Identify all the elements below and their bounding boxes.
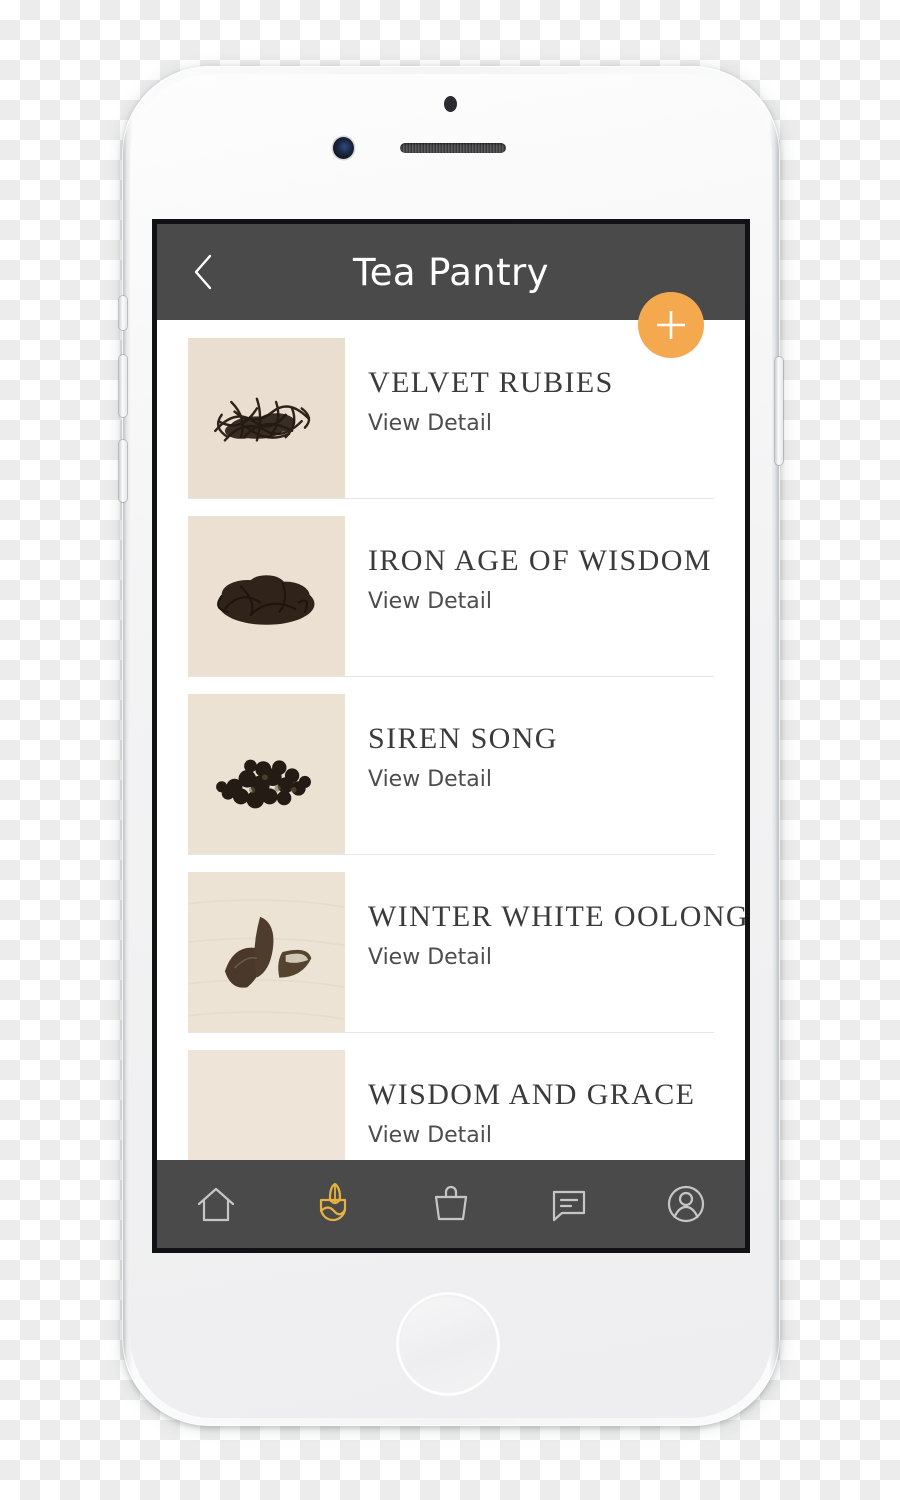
chat-bubble-icon: [552, 1190, 585, 1222]
tea-list-item[interactable]: IRON AGE OF WISDOM View Detail: [157, 498, 745, 676]
front-camera: [333, 137, 354, 159]
tea-list-item[interactable]: WINTER WHITE OOLONG View Detail: [157, 854, 745, 1032]
page-title: Tea Pantry: [353, 250, 549, 294]
tea-cup-leaf-icon: [320, 1182, 347, 1222]
ring-silent-switch[interactable]: [119, 296, 127, 330]
rolled-oolong-pellets-image: [188, 694, 345, 854]
add-tea-fab[interactable]: [638, 292, 704, 358]
home-icon: [197, 1187, 234, 1222]
tea-thumbnail: [188, 338, 345, 498]
earpiece-speaker: [400, 143, 506, 153]
tea-thumbnail: [188, 872, 345, 1032]
tea-name: WISDOM AND GRACE: [368, 1078, 696, 1111]
view-detail-link[interactable]: View Detail: [368, 411, 614, 436]
tea-info: WISDOM AND GRACE View Detail: [345, 1050, 695, 1148]
proximity-sensor: [444, 96, 457, 112]
tea-info: VELVET RUBIES View Detail: [345, 338, 614, 436]
three-whole-tea-leaves-image: [188, 872, 345, 1032]
view-detail-link[interactable]: View Detail: [368, 945, 745, 970]
volume-down-button[interactable]: [119, 440, 127, 502]
loose-black-tea-leaves-image: [188, 338, 345, 498]
nav-item-shop[interactable]: [392, 1160, 510, 1248]
view-detail-link[interactable]: View Detail: [368, 1123, 695, 1148]
tea-name: VELVET RUBIES: [368, 366, 614, 399]
view-detail-link[interactable]: View Detail: [368, 767, 558, 792]
bottom-navigation: [157, 1160, 745, 1248]
dark-twisted-tea-leaves-image: [188, 516, 345, 676]
tea-list[interactable]: VELVET RUBIES View Detail IRON AGE OF WI…: [157, 320, 745, 1248]
shopping-bag-icon: [434, 1185, 468, 1221]
tea-name: IRON AGE OF WISDOM: [368, 544, 712, 577]
power-button[interactable]: [775, 357, 783, 465]
tea-info: IRON AGE OF WISDOM View Detail: [345, 516, 712, 614]
chevron-left-icon: [194, 254, 212, 290]
tea-name: SIREN SONG: [368, 722, 558, 755]
user-circle-icon: [668, 1185, 705, 1223]
back-button[interactable]: [181, 250, 225, 294]
tea-info: WINTER WHITE OOLONG View Detail: [345, 872, 745, 970]
tea-list-item[interactable]: SIREN SONG View Detail: [157, 676, 745, 854]
nav-item-home[interactable]: [157, 1160, 275, 1248]
plus-icon: [657, 311, 685, 339]
tea-name: WINTER WHITE OOLONG: [368, 900, 745, 933]
tea-thumbnail: [188, 516, 345, 676]
home-button[interactable]: [393, 1289, 503, 1399]
volume-up-button[interactable]: [119, 355, 127, 417]
view-detail-link[interactable]: View Detail: [368, 589, 712, 614]
nav-item-pantry[interactable]: [275, 1160, 393, 1248]
tea-info: SIREN SONG View Detail: [345, 694, 558, 792]
nav-item-chat[interactable]: [510, 1160, 628, 1248]
nav-item-profile[interactable]: [627, 1160, 745, 1248]
tea-thumbnail: [188, 694, 345, 854]
phone-screen: Tea Pantry VELVET RUBIES View Detail IRO…: [157, 224, 745, 1248]
